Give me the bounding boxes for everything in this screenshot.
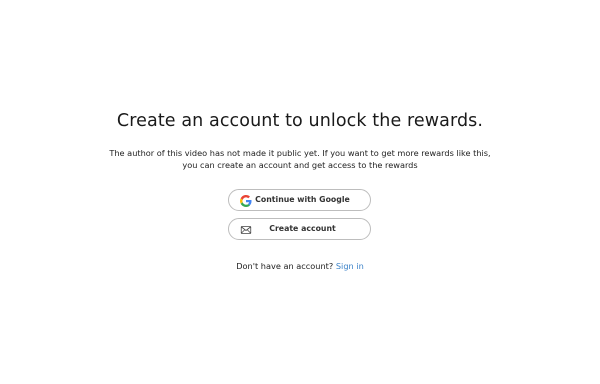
- description-text: The author of this video has not made it…: [0, 147, 600, 171]
- sign-in-link[interactable]: Sign in: [336, 261, 364, 271]
- sign-in-prompt: Don't have an account? Sign in: [0, 261, 600, 271]
- description-line-1: The author of this video has not made it…: [109, 148, 491, 158]
- sign-in-prompt-text: Don't have an account?: [236, 261, 334, 271]
- signup-prompt-page: Create an account to unlock the rewards.…: [0, 0, 600, 384]
- create-account-button[interactable]: Create account: [228, 218, 371, 240]
- continue-with-google-label: Continue with Google: [255, 195, 350, 204]
- create-account-label: Create account: [269, 224, 336, 233]
- description-line-2: you can create an account and get access…: [182, 160, 418, 170]
- page-title: Create an account to unlock the rewards.: [116, 111, 484, 131]
- continue-with-google-button[interactable]: Continue with Google: [228, 189, 371, 211]
